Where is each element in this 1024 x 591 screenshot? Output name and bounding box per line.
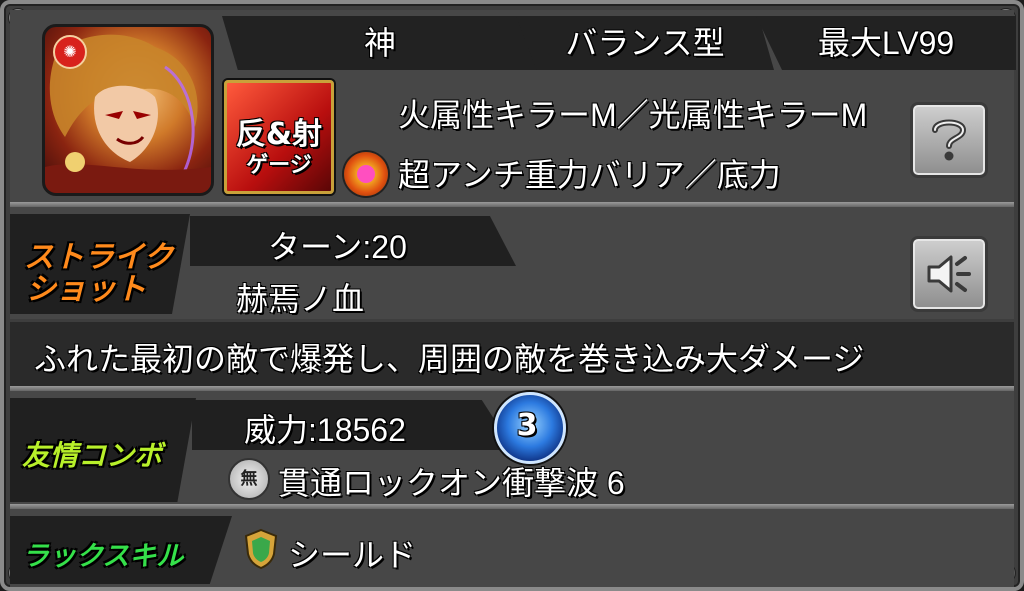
strike-shot-turn: ターン:20 <box>268 229 407 265</box>
non-element-icon-text: 無 <box>240 469 258 489</box>
tab-race: 神 <box>222 16 538 70</box>
combo-level-badge: 3 <box>494 392 566 464</box>
gauge-badge: 反&射 ゲージ <box>224 80 334 194</box>
friendship-combo-name: 貫通ロックオン衝撃波 6 <box>278 465 625 501</box>
tab-race-label: 神 <box>363 25 396 61</box>
character-portrait[interactable]: ✺ <box>42 24 214 196</box>
anti-gravity-barrier-icon <box>344 152 388 196</box>
element-fire-icon: ✺ <box>53 35 87 69</box>
gauge-badge-line2: ゲージ <box>246 153 312 178</box>
friendship-combo-label: 友情コンボ <box>22 439 163 472</box>
voice-button[interactable] <box>910 236 988 312</box>
strike-shot-description: ふれた最初の敵で爆発し、周囲の敵を巻き込み大ダメージ <box>34 341 865 377</box>
friendship-combo-power: 威力:18562 <box>244 412 406 448</box>
tab-maxlv: 最大LV99 <box>756 16 1016 70</box>
strike-shot-name: 赫焉ノ血 <box>236 281 365 317</box>
strike-shot-label-line2: ショット <box>26 272 146 307</box>
tab-maxlv-label: 最大LV99 <box>817 25 955 61</box>
shield-icon <box>244 528 278 570</box>
ability-line-1: 火属性キラーM／光属性キラーM <box>398 97 868 133</box>
non-element-icon: 無 <box>228 458 270 500</box>
question-icon <box>932 119 967 161</box>
character-info-panel: ✺ 反&射 ゲージ 神 バランス型 最大LV99 火属性キラーM／光属性キラーM… <box>0 0 1024 591</box>
help-button[interactable] <box>910 102 988 178</box>
luck-skill-label: ラックスキル <box>22 541 184 572</box>
tab-type-label: バランス型 <box>565 25 725 61</box>
combo-level-badge-number: 3 <box>516 408 538 443</box>
tab-type: バランス型 <box>516 16 774 70</box>
luck-skill-name: シールド <box>288 537 417 573</box>
ability-line-2: 超アンチ重力バリア／底力 <box>398 157 781 193</box>
speaker-icon <box>927 255 971 293</box>
